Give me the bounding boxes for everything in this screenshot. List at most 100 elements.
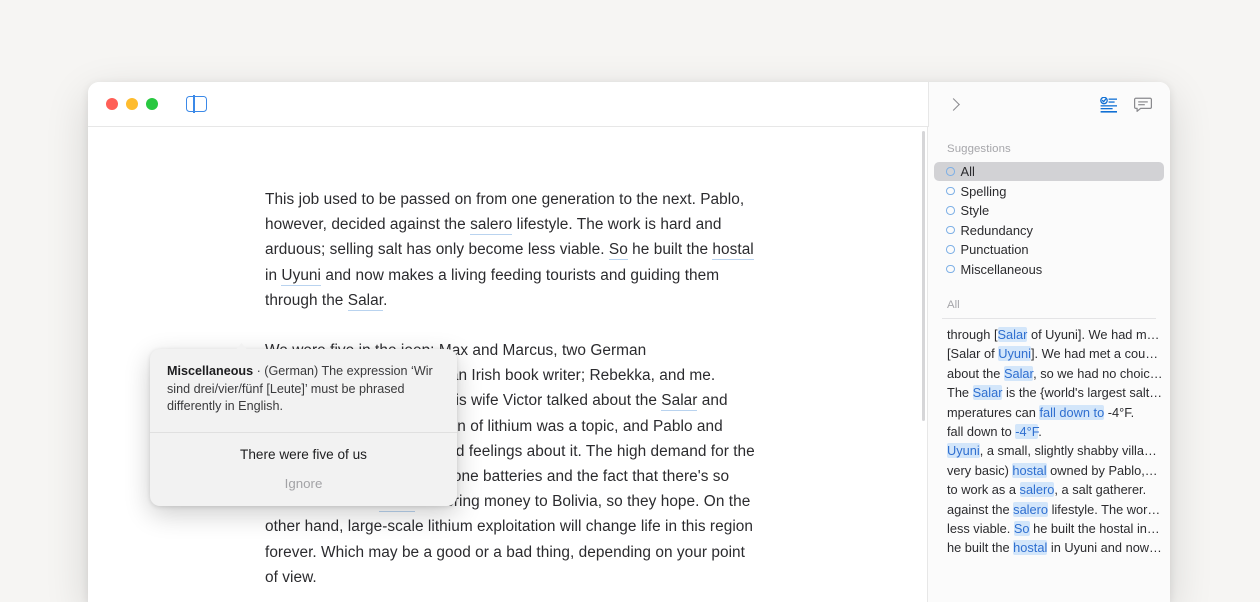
result-text: he built the hostal in… [1029,521,1160,537]
result-text: less viable. [947,521,1014,537]
suggestion-filter-all[interactable]: All [934,162,1164,181]
highlighted-term: Salar [1003,365,1034,381]
suggestion-result-row[interactable]: against the salero lifestyle. The wor… [928,500,1170,519]
maximize-window-button[interactable] [146,98,158,110]
highlighted-term: Salar [997,327,1028,342]
suggestion-result-row[interactable]: he built the hostal in Uyuni and now… [928,538,1170,557]
result-text: fall down to [947,424,1016,440]
radio-icon [946,225,955,235]
document-text: and now makes a living feeding tourists … [265,266,720,309]
suggestion-result-row[interactable]: very basic) hostal owned by Pablo,… [928,461,1170,480]
suggestion-result-row[interactable]: fall down to -4°F. [928,422,1170,441]
suggestion-popup-pointer [234,343,249,352]
suggestion-filter-style[interactable]: Style [934,201,1164,220]
result-text: he built the [947,540,1014,556]
ignore-suggestion-button[interactable]: Ignore [150,476,457,491]
panel-toolbar [928,82,1170,127]
grammar-mark[interactable]: Salar [661,392,698,412]
suggestion-result-row[interactable]: to work as a salero, a salt gatherer. [928,480,1170,499]
result-text: very basic) [947,462,1013,478]
suggestion-filter-redundancy[interactable]: Redundancy [934,221,1164,240]
suggestion-filter-punctuation[interactable]: Punctuation [934,240,1164,259]
document-paragraph: This job used to be passed on from one g… [265,187,755,313]
suggestions-section-title: Suggestions [947,143,1011,155]
result-text: mperatures can [947,404,1040,420]
result-text: through [ [947,327,998,342]
suggestion-results-list: through [Salar of Uyuni]. We had m… [Sala… [928,325,1170,558]
result-text: , a salt gatherer. [1054,482,1147,498]
comment-bubble-icon[interactable] [1133,97,1153,113]
proofread-checklist-icon[interactable] [1100,96,1118,113]
sidebar-toggle-icon[interactable] [186,95,207,113]
suggestion-popup-actions: There were five of us Ignore [150,433,457,506]
suggestion-popup[interactable]: Miscellaneous · (German) The expression … [150,349,457,506]
results-header: All [947,299,960,311]
grammar-mark[interactable]: So [608,241,628,261]
result-text: ]. We had met a cou… [1030,346,1159,362]
window-content: This job used to be passed on from one g… [88,127,1170,602]
document-scroll-area[interactable]: This job used to be passed on from one g… [88,127,928,602]
suggestion-filter-label: Punctuation [960,242,1029,257]
grammar-mark[interactable]: Uyuni [281,266,322,286]
highlighted-term: hostal [1012,462,1047,478]
result-text: to work as a [947,482,1020,498]
document-text: . [383,291,388,309]
result-text: -4°F. [1104,404,1135,420]
result-text: The [947,385,973,401]
suggestion-result-row[interactable]: mperatures can fall down to -4°F. [928,403,1170,422]
result-text: in Uyuni and now… [1047,540,1162,556]
document-scrollbar[interactable] [922,131,925,421]
suggestion-separator: · [253,364,265,378]
chevron-right-icon[interactable] [946,98,960,112]
result-text: lifestyle. The wor… [1048,501,1161,517]
highlighted-term: So [1013,521,1030,537]
result-text: against the [947,501,1014,517]
grammar-mark[interactable]: hostal [712,241,754,261]
highlighted-term: fall down to [1039,404,1105,420]
close-window-button[interactable] [106,98,118,110]
highlighted-term: salero [1013,501,1049,517]
apply-replacement-button[interactable]: There were five of us [150,447,457,462]
suggestion-filter-label: All [960,164,975,179]
suggestion-filter-label: Redundancy [960,222,1033,238]
highlighted-term: -4°F [1015,424,1039,440]
suggestion-result-row[interactable]: Uyuni, a small, slightly shabby villa… [928,441,1170,460]
highlighted-term: Uyuni [947,443,980,459]
suggestion-filter-miscellaneous[interactable]: Miscellaneous [934,260,1164,279]
suggestion-result-row[interactable]: through [Salar of Uyuni]. We had m… [928,325,1170,344]
suggestions-panel: Suggestions All Spelling Style Redundancy Pu… [928,127,1170,602]
grammar-mark[interactable]: salero [470,216,513,236]
result-text: . [1038,424,1042,440]
result-text: about the [947,365,1004,381]
result-text: , a small, slightly shabby villa… [979,443,1157,459]
radio-icon [946,186,955,196]
grammar-mark[interactable]: Salar [347,291,384,311]
radio-icon [946,245,955,254]
traffic-lights [88,98,158,110]
document-text: and [697,392,728,410]
highlighted-term: Salar [972,385,1003,401]
suggestion-result-row[interactable]: The Salar is the {world's largest salt… [928,383,1170,402]
suggestion-filter-label: Spelling [960,183,1007,199]
window-titlebar: Done [88,82,1170,127]
results-divider [942,318,1156,319]
suggestion-filter-label: Style [960,203,990,218]
suggestion-result-row[interactable]: less viable. So he built the hostal in… [928,519,1170,538]
document-text: he built the [627,241,713,259]
document-text: in [265,266,282,284]
radio-icon [946,264,955,274]
result-text: , so we had no choic… [1033,365,1163,381]
suggestion-result-row[interactable]: [Salar of Uyuni]. We had met a cou… [928,344,1170,363]
result-text: owned by Pablo,… [1046,462,1158,478]
suggestion-category-label: Miscellaneous [167,364,254,378]
suggestion-filter-spelling[interactable]: Spelling [934,182,1164,201]
radio-icon [946,206,955,215]
highlighted-term: salero [1019,482,1055,498]
suggestion-popup-explanation: Miscellaneous · (German) The expression … [150,349,457,432]
minimize-window-button[interactable] [126,98,138,110]
radio-icon [946,167,955,176]
app-window: Done [88,82,1170,602]
suggestion-result-row[interactable]: about the Salar, so we had no choic… [928,364,1170,383]
highlighted-term: hostal [1013,540,1048,556]
result-text: of Uyuni]. We had m… [1027,327,1160,342]
